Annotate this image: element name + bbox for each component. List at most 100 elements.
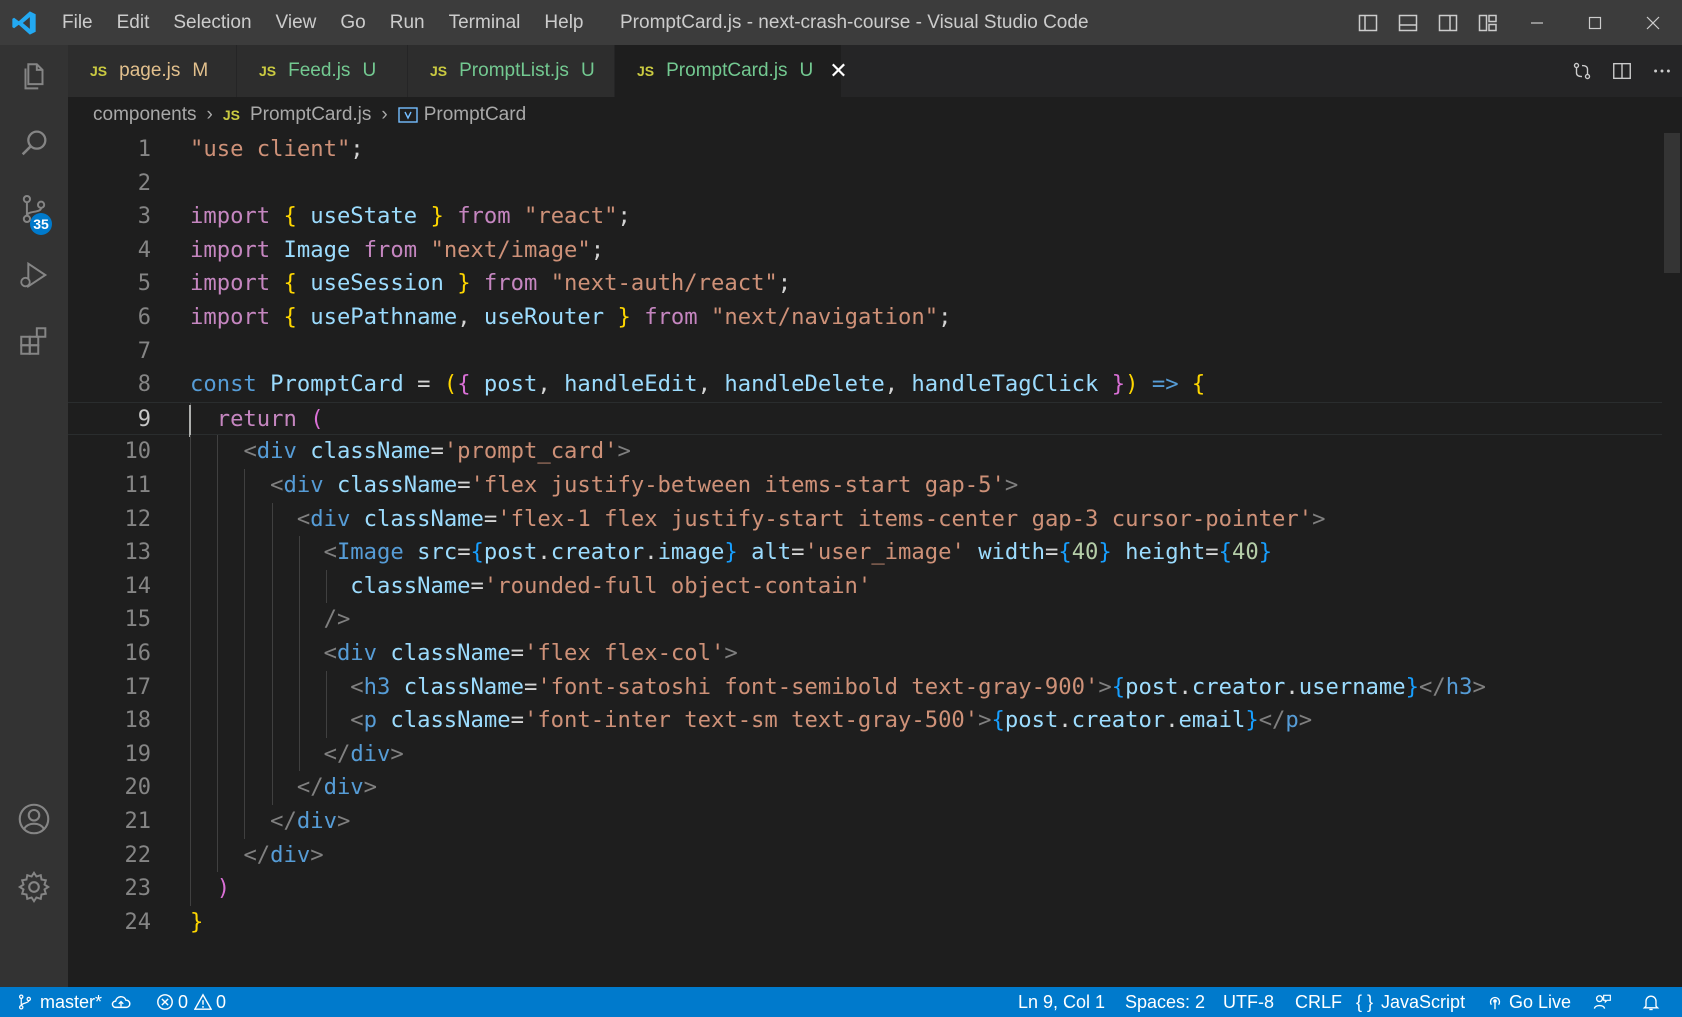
code-line[interactable]: 22 </div> (68, 838, 1662, 873)
close-tab-icon[interactable]: ✕ (829, 58, 847, 84)
editor-scrollbar[interactable] (1662, 133, 1682, 987)
open-changes-icon[interactable] (1562, 45, 1602, 97)
line-number: 19 (124, 741, 152, 767)
code-line[interactable]: 1 "use client"; (68, 133, 1662, 167)
breadcrumb-file[interactable]: PromptCard.js (250, 104, 371, 126)
line-number: 24 (124, 909, 152, 935)
notifications-bell-icon[interactable] (1641, 987, 1661, 1017)
title-bar: File Edit Selection View Go Run Terminal… (0, 0, 1682, 45)
account-icon[interactable] (0, 787, 68, 851)
code-line[interactable]: 18 <p className='font-inter text-sm text… (68, 704, 1662, 738)
vscode-logo-icon[interactable] (10, 9, 38, 37)
chevron-right-icon: › (206, 104, 213, 125)
breadcrumb-symbol[interactable]: PromptCard (424, 104, 526, 126)
indent-guide (190, 805, 191, 839)
tab-label: PromptCard.js (666, 60, 788, 81)
eol-status[interactable]: CRLF (1295, 987, 1342, 1017)
tab-label: PromptList.js (459, 60, 569, 81)
menu-run[interactable]: Run (378, 0, 437, 45)
toggle-primary-sidebar-icon[interactable] (1348, 0, 1388, 45)
menu-edit[interactable]: Edit (105, 0, 162, 45)
js-file-icon: JS (637, 63, 655, 79)
more-actions-icon[interactable] (1642, 45, 1682, 97)
menu-view[interactable]: View (264, 0, 329, 45)
code-line[interactable]: 7 (68, 335, 1662, 369)
scrollbar-thumb[interactable] (1664, 133, 1680, 273)
code-line[interactable]: 20 </div> (68, 771, 1662, 805)
code-editor[interactable]: 1 "use client"; 2 3 import { useState } from… (68, 133, 1662, 987)
code-line[interactable]: 14 className='rounded-full object-contai… (68, 569, 1662, 604)
indent-guide (244, 704, 246, 738)
tab-status: U (362, 60, 377, 81)
tab-page-js[interactable]: JS page.js M (68, 45, 237, 97)
explorer-icon[interactable] (0, 45, 68, 109)
js-file-icon: JS (430, 63, 448, 79)
branch-status[interactable]: master* (16, 987, 132, 1017)
code-line[interactable]: 2 (68, 167, 1662, 201)
tab-promptcard-js[interactable]: JS PromptCard.js U ✕ (615, 45, 848, 97)
toggle-secondary-sidebar-icon[interactable] (1428, 0, 1468, 45)
text-cursor (189, 404, 191, 437)
breadcrumb-folder[interactable]: components (93, 104, 197, 126)
cursor-position[interactable]: Ln 9, Col 1 (1018, 987, 1105, 1017)
line-number: 5 (137, 271, 151, 297)
encoding-status[interactable]: UTF-8 (1223, 987, 1274, 1017)
menu-go[interactable]: Go (328, 0, 377, 45)
settings-gear-icon[interactable] (0, 855, 68, 919)
code-line[interactable]: 16 <div className='flex flex-col'> (68, 637, 1662, 671)
code-line[interactable]: 12 <div className='flex-1 flex justify-s… (68, 502, 1662, 537)
tab-promptlist-js[interactable]: JS PromptList.js U (408, 45, 615, 97)
maximize-icon[interactable] (1566, 0, 1624, 45)
code-line[interactable]: 15 /> (68, 603, 1662, 637)
customize-layout-icon[interactable] (1468, 0, 1508, 45)
search-icon[interactable] (0, 111, 68, 175)
code-line[interactable]: 6 import { usePathname, useRouter } from … (68, 301, 1662, 335)
menu-terminal[interactable]: Terminal (437, 0, 533, 45)
menu-help[interactable]: Help (532, 0, 595, 45)
menu-selection[interactable]: Selection (161, 0, 263, 45)
code-text: import { usePathname, useRouter } from "… (190, 304, 952, 330)
indent-guide (190, 435, 191, 469)
go-live-button[interactable]: Go Live (1486, 987, 1571, 1017)
feedback-icon[interactable] (1592, 987, 1612, 1017)
indent-guide (244, 637, 246, 671)
code-line[interactable]: 9 return ( (68, 401, 1662, 437)
branch-name: master* (40, 992, 103, 1012)
close-window-icon[interactable] (1624, 0, 1682, 45)
code-line[interactable]: 10 <div className='prompt_card'> (68, 435, 1662, 469)
toggle-panel-icon[interactable] (1388, 0, 1428, 45)
code-line[interactable]: 4 import Image from "next/image"; (68, 234, 1662, 268)
code-line[interactable]: 17 <h3 className='font-satoshi font-semi… (68, 670, 1662, 705)
code-line[interactable]: 5 import { useSession } from "next-auth/r… (68, 267, 1662, 301)
code-line[interactable]: 21 </div> (68, 805, 1662, 839)
indent-guide (217, 838, 219, 873)
problems-status[interactable]: 0 0 (156, 987, 226, 1017)
tab-feed-js[interactable]: JS Feed.js U (237, 45, 408, 97)
language-mode[interactable]: { } JavaScript (1356, 987, 1465, 1017)
minimize-icon[interactable] (1508, 0, 1566, 45)
indent-guide (244, 771, 246, 805)
code-line[interactable]: 19 </div> (68, 737, 1662, 772)
code-line[interactable]: 13 <Image src={post.creator.image} alt='… (68, 536, 1662, 570)
source-control-icon[interactable]: 35 (0, 177, 68, 241)
code-text: import { useState } from "react"; (190, 203, 631, 230)
code-line[interactable]: 23 ) (68, 872, 1662, 906)
split-editor-icon[interactable] (1602, 45, 1642, 97)
indent-guide (190, 670, 191, 705)
error-icon (157, 994, 173, 1010)
code-line[interactable]: 8 const PromptCard = ({ post, handleEdit,… (68, 368, 1662, 402)
menu-file[interactable]: File (50, 0, 105, 45)
indentation-status[interactable]: Spaces: 2 (1125, 987, 1205, 1017)
code-line[interactable]: 24} (68, 906, 1662, 940)
extensions-icon[interactable] (0, 309, 68, 373)
code-line[interactable]: 11 <div className='flex justify-between … (68, 469, 1662, 503)
indent-guide (271, 704, 273, 738)
code-line[interactable]: 3 import { useState } from "react"; (68, 200, 1662, 234)
error-count: 0 (178, 992, 189, 1012)
sync-cloud-icon[interactable] (110, 993, 132, 1011)
code-text: import Image from "next/image"; (190, 236, 605, 263)
code-text: const PromptCard = ({ post, handleEdit, … (190, 371, 1206, 398)
line-number: 20 (124, 775, 152, 801)
code-text: </div> (270, 808, 351, 834)
run-debug-icon[interactable] (0, 243, 68, 307)
